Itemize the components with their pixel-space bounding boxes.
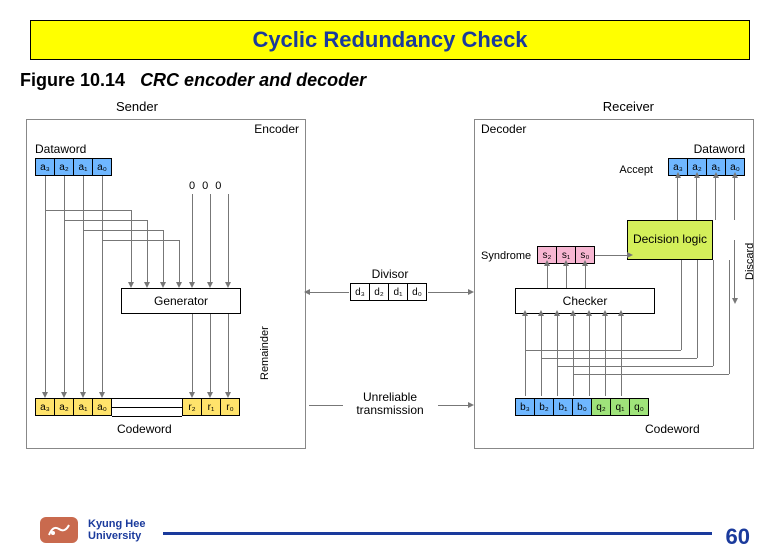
encoder-label: Encoder	[254, 122, 299, 136]
slide-title-bar: Cyclic Redundancy Check	[30, 20, 750, 60]
codeword-r-left: r₂ r₁ r₀	[182, 398, 240, 416]
footer-rule	[163, 532, 711, 535]
cw-r0: r₀	[220, 398, 240, 416]
generator-block: Generator	[121, 288, 241, 314]
institution-name: Kyung Hee University	[88, 518, 145, 542]
q2: q₂	[591, 398, 611, 416]
encoder-panel: Encoder Dataword a₃ a₂ a₁ a₀ 000	[26, 119, 306, 449]
unreliable-label: Unreliable transmission	[340, 391, 440, 417]
d0: d₀	[407, 283, 427, 301]
footer: Kyung Hee University 60	[0, 510, 780, 550]
codeword-left: a₃ a₂ a₁ a₀	[35, 398, 112, 416]
decoder-label: Decoder	[481, 122, 526, 136]
cell-a3: a₃	[35, 158, 55, 176]
sender-label: Sender	[116, 99, 158, 114]
cw-r2: r₂	[182, 398, 202, 416]
codeword-label-left: Codeword	[117, 422, 172, 436]
divisor-cells: d₃ d₂ d₁ d₀	[350, 283, 427, 301]
receiver-label: Receiver	[603, 99, 654, 114]
dataword-a-left: a₃ a₂ a₁ a₀	[35, 158, 112, 176]
cell-a2: a₂	[54, 158, 74, 176]
codeword-label-right: Codeword	[645, 422, 700, 436]
b2: b₂	[534, 398, 554, 416]
q0: q₀	[629, 398, 649, 416]
remainder-label: Remainder	[259, 326, 271, 380]
zeros-row: 000	[189, 180, 228, 192]
q1: q₁	[610, 398, 630, 416]
cw-a2: a₂	[54, 398, 74, 416]
decision-block: Decision logic	[627, 220, 713, 260]
checker-block: Checker	[515, 288, 655, 314]
d3: d₃	[350, 283, 370, 301]
d2: d₂	[369, 283, 389, 301]
figure-caption: Figure 10.14 CRC encoder and decoder	[20, 70, 750, 91]
university-logo-icon	[40, 517, 78, 543]
slide-title: Cyclic Redundancy Check	[252, 27, 527, 52]
cw-a0: a₀	[92, 398, 112, 416]
b3: b₃	[515, 398, 535, 416]
d1: d₁	[388, 283, 408, 301]
dataword-label-right: Dataword	[694, 142, 745, 156]
decoder-panel: Decoder Dataword a₃ a₂ a₁ a₀ Accept Deci…	[474, 119, 754, 449]
syndrome-label: Syndrome	[481, 250, 531, 262]
figure-number: Figure 10.14	[20, 70, 125, 90]
figure-title: CRC encoder and decoder	[140, 70, 366, 90]
dataword-label-left: Dataword	[35, 142, 86, 156]
codeword-right: b₃ b₂ b₁ b₀ q₂ q₁ q₀	[515, 398, 649, 416]
b1: b₁	[553, 398, 573, 416]
discard-label: Discard	[744, 243, 756, 280]
diagram: Sender Receiver Encoder Dataword a₃ a₂ a…	[26, 99, 754, 459]
cw-a1: a₁	[73, 398, 93, 416]
accept-label: Accept	[619, 164, 653, 176]
cw-r1: r₁	[201, 398, 221, 416]
b0: b₀	[572, 398, 592, 416]
cell-a1: a₁	[73, 158, 93, 176]
page-number: 60	[726, 524, 750, 550]
divisor-label: Divisor	[340, 267, 440, 281]
cw-a3: a₃	[35, 398, 55, 416]
cell-a0: a₀	[92, 158, 112, 176]
